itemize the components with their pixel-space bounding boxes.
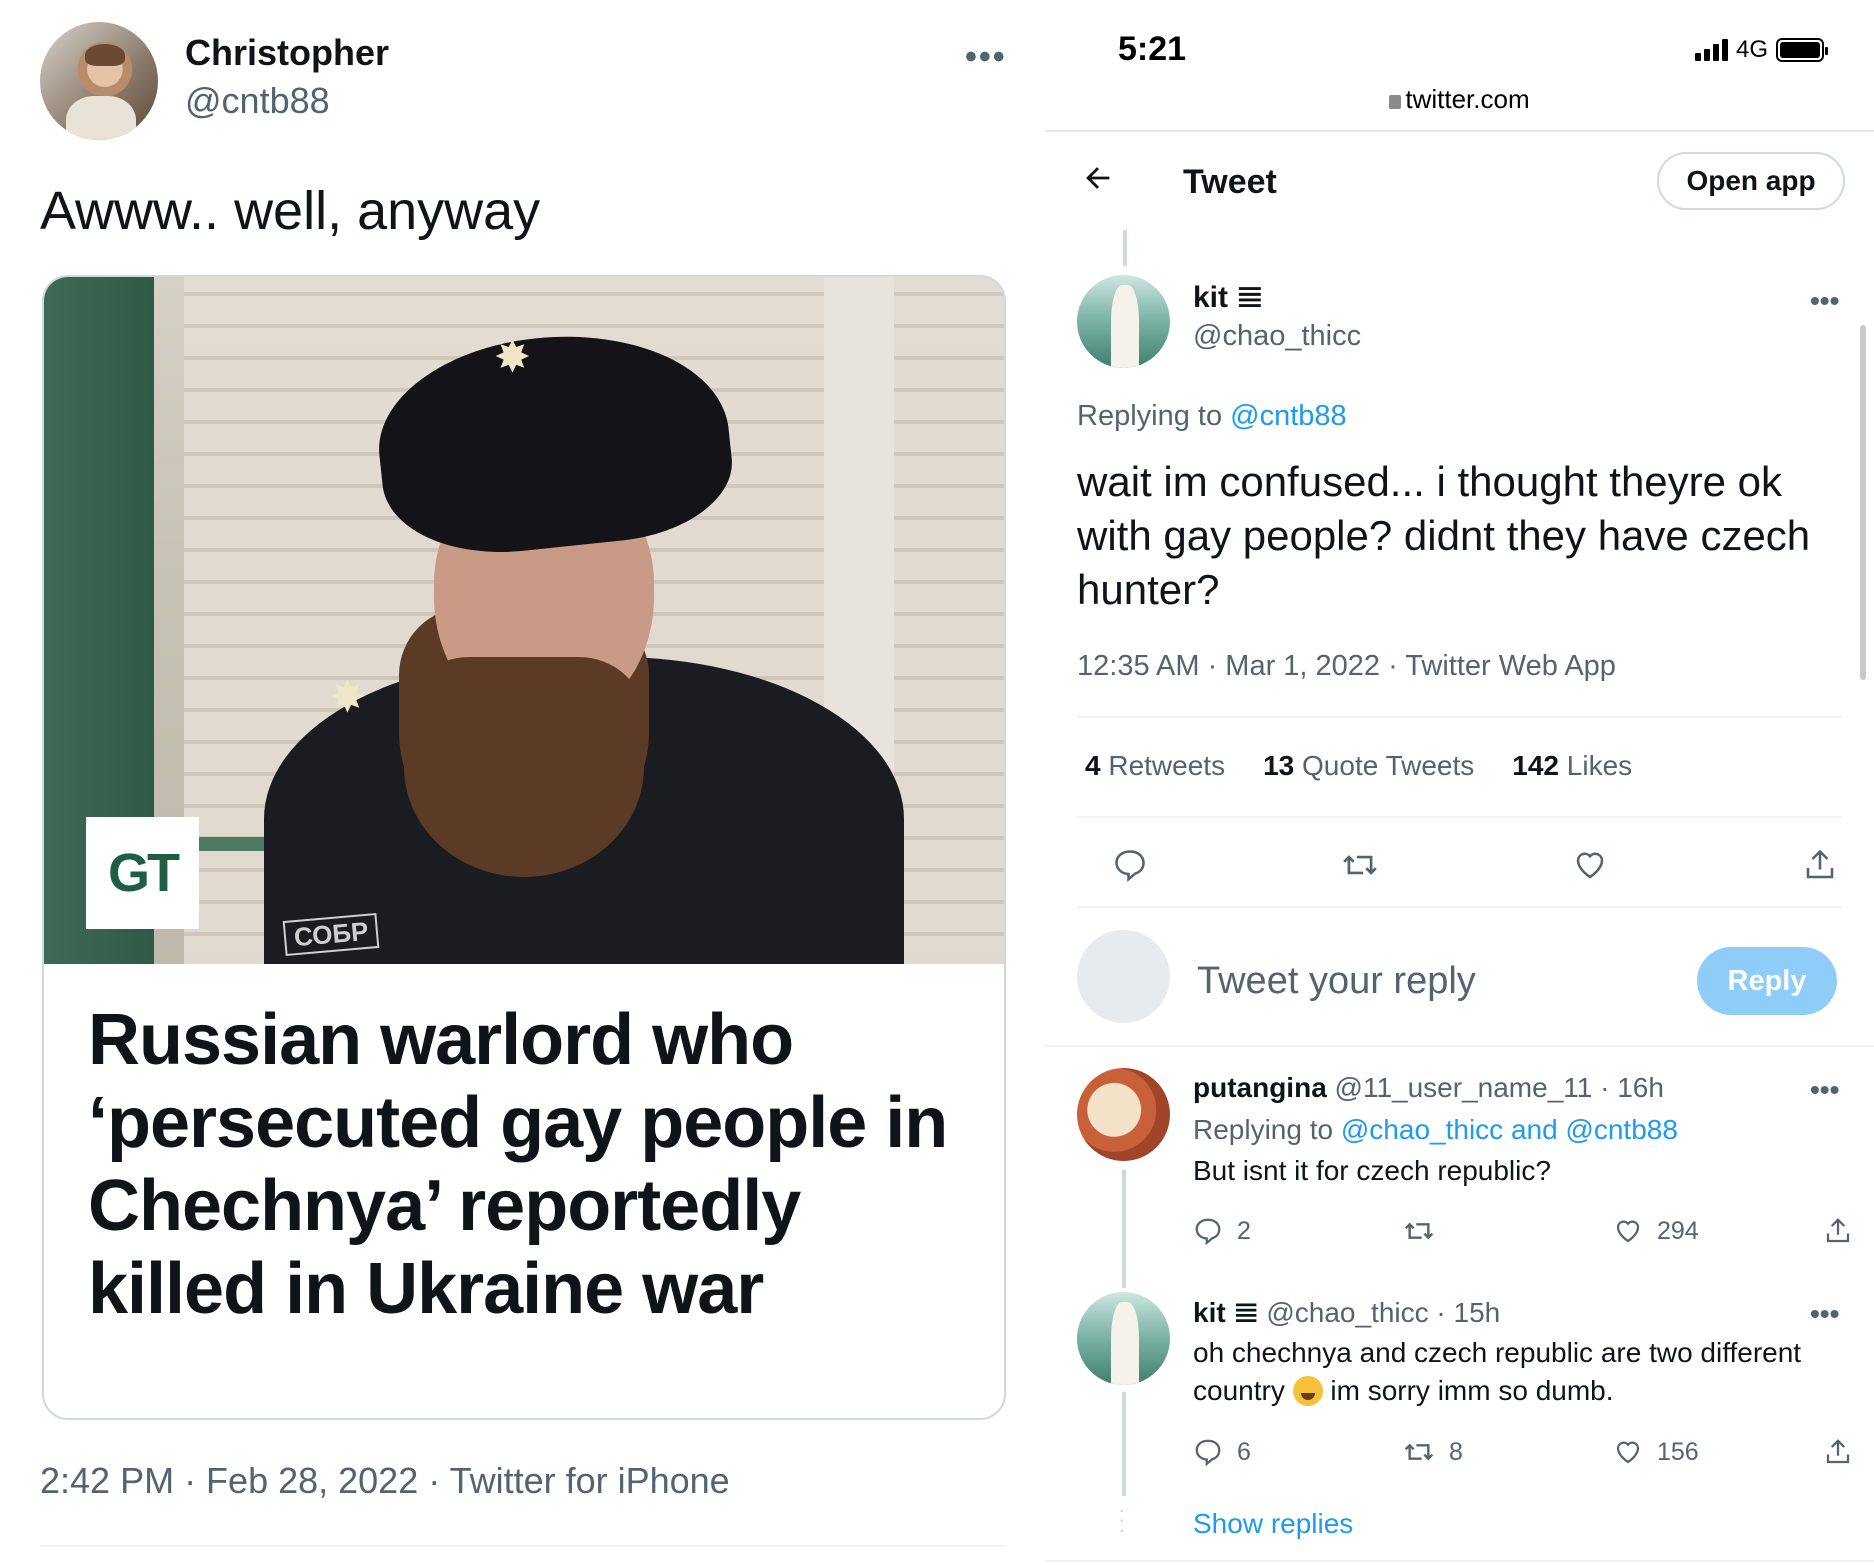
- share-icon[interactable]: [1823, 1216, 1853, 1246]
- author-handle[interactable]: @cntb88: [185, 80, 330, 122]
- left-tweet-panel: Christopher @cntb88 ••• Awww.. well, any…: [0, 0, 1045, 1565]
- gt-logo: GT: [86, 817, 199, 929]
- arrow-left-icon[interactable]: [1081, 160, 1115, 205]
- more-dots-icon[interactable]: •••: [1810, 1298, 1839, 1330]
- reply-actions: 2 294: [1193, 1215, 1853, 1247]
- lock-icon: [1389, 95, 1402, 109]
- reply-count: 2: [1237, 1216, 1251, 1245]
- avatar[interactable]: [1077, 1068, 1170, 1161]
- author-avatar[interactable]: [40, 22, 158, 140]
- heart-icon[interactable]: [1565, 840, 1615, 890]
- retweet-action[interactable]: [1403, 1215, 1493, 1247]
- divider: [1045, 1045, 1874, 1047]
- replying-prefix: Replying to: [1077, 400, 1231, 432]
- tweet-author-handle[interactable]: @chao_thicc: [1193, 320, 1361, 353]
- url-text: twitter.com: [1405, 84, 1530, 114]
- reply-button[interactable]: Reply: [1697, 947, 1837, 1015]
- reply-actions: 6 8 156: [1193, 1436, 1853, 1468]
- divider: [1077, 816, 1842, 818]
- replying-to: Replying to @chao_thicc and @cntb88: [1193, 1114, 1678, 1146]
- reply-meta: @chao_thicc · 15h: [1266, 1297, 1501, 1328]
- reply-action[interactable]: 2: [1193, 1216, 1283, 1246]
- crying-emoji-icon: [1292, 1376, 1323, 1406]
- thread-dots: · · ·: [1118, 1497, 1126, 1542]
- like-count: 156: [1657, 1437, 1699, 1466]
- avatar[interactable]: [1077, 275, 1170, 368]
- url-bar[interactable]: twitter.com: [1045, 84, 1874, 115]
- retweet-count: 8: [1449, 1437, 1463, 1466]
- avatar: [1077, 930, 1170, 1023]
- tweet-timestamp: 12:35 AM · Mar 1, 2022 · Twitter Web App: [1077, 650, 1616, 682]
- replying-to-link[interactable]: @chao_thicc and @cntb88: [1341, 1114, 1678, 1145]
- more-dots-icon[interactable]: •••: [1810, 1074, 1839, 1106]
- reply-author-name[interactable]: kit 𝌆: [1193, 1297, 1259, 1328]
- retweet-action[interactable]: 8: [1403, 1436, 1493, 1468]
- scrollbar[interactable]: [1860, 325, 1866, 680]
- reply-action[interactable]: 6: [1193, 1437, 1283, 1467]
- share-icon[interactable]: [1795, 840, 1845, 890]
- more-dots-icon[interactable]: •••: [1810, 285, 1839, 317]
- article-photo: ✸ ✸ СОБР GT: [44, 277, 1004, 964]
- replying-to-link[interactable]: @cntb88: [1230, 400, 1347, 432]
- reply-icon: [1195, 1218, 1221, 1246]
- divider: [1045, 1560, 1874, 1562]
- reply-input[interactable]: Tweet your reply: [1197, 960, 1476, 1003]
- show-replies-link[interactable]: Show replies: [1193, 1508, 1353, 1540]
- heart-icon: [1616, 1441, 1640, 1464]
- mobile-twitter-panel: 5:21 4G twitter.com Tweet Open app kit 𝌆…: [1045, 0, 1874, 1565]
- battery-icon: [1776, 38, 1829, 62]
- article-headline: Russian warlord who ‘persecuted gay peop…: [88, 1000, 948, 1329]
- tweet-actions: [1105, 840, 1845, 890]
- signal-icon: [1695, 39, 1728, 61]
- link-card[interactable]: ✸ ✸ СОБР GT Russian warlord who ‘persecu…: [42, 275, 1006, 1420]
- replying-to: Replying to @cntb88: [1077, 400, 1347, 433]
- retweet-icon: [1404, 1222, 1434, 1240]
- like-action[interactable]: 156: [1613, 1437, 1703, 1467]
- retweet-icon[interactable]: [1335, 840, 1385, 890]
- author-name[interactable]: Christopher: [185, 32, 389, 74]
- tweet-text: Awww.. well, anyway: [40, 181, 541, 241]
- tweet-stats: 4 Retweets 13 Quote Tweets 142 Likes: [1085, 750, 1632, 782]
- like-action[interactable]: 294: [1613, 1216, 1703, 1246]
- reply-text: But isnt it for czech republic?: [1193, 1155, 1551, 1186]
- reply-meta: @11_user_name_11 · 16h: [1334, 1072, 1664, 1103]
- reply-count: 6: [1237, 1437, 1251, 1466]
- thread-line: [1122, 1170, 1126, 1288]
- status-icons: 4G: [1695, 36, 1829, 64]
- avatar[interactable]: [1077, 1292, 1170, 1385]
- status-time: 5:21: [1118, 30, 1187, 68]
- reply-header: putangina @11_user_name_11 · 16h: [1193, 1072, 1664, 1104]
- reply-icon: [1195, 1439, 1221, 1467]
- thread-line: [1123, 230, 1127, 266]
- more-dots-icon[interactable]: •••: [965, 38, 1007, 77]
- retweet-icon: [1404, 1443, 1434, 1461]
- thread-line: [1122, 1392, 1126, 1496]
- divider: [1045, 130, 1874, 132]
- tweet-author-name[interactable]: kit 𝌆: [1193, 280, 1263, 315]
- tweet-timestamp: 2:42 PM · Feb 28, 2022 · Twitter for iPh…: [40, 1460, 730, 1501]
- open-app-button[interactable]: Open app: [1657, 152, 1845, 210]
- quotes-stat[interactable]: 13 Quote Tweets: [1263, 750, 1474, 782]
- heart-icon: [1616, 1220, 1640, 1243]
- divider: [1077, 716, 1842, 718]
- like-count: 294: [1657, 1216, 1699, 1245]
- replying-prefix: Replying to: [1193, 1114, 1341, 1145]
- share-icon[interactable]: [1823, 1437, 1853, 1467]
- reply-header: kit 𝌆 @chao_thicc · 15h: [1193, 1296, 1500, 1329]
- tweet-text: wait im confused... i thought theyre ok …: [1077, 458, 1811, 613]
- retweets-stat[interactable]: 4 Retweets: [1085, 750, 1225, 782]
- reply-icon[interactable]: [1105, 840, 1155, 890]
- divider: [40, 1545, 1006, 1547]
- reply-text: oh chechnya and czech republic are two d…: [1193, 1334, 1853, 1410]
- divider: [1077, 906, 1842, 908]
- network-label: 4G: [1736, 36, 1769, 63]
- likes-stat[interactable]: 142 Likes: [1512, 750, 1632, 782]
- page-title: Tweet: [1183, 163, 1277, 201]
- reply-text-part: im sorry imm so dumb.: [1322, 1375, 1614, 1406]
- reply-author-name[interactable]: putangina: [1193, 1072, 1327, 1103]
